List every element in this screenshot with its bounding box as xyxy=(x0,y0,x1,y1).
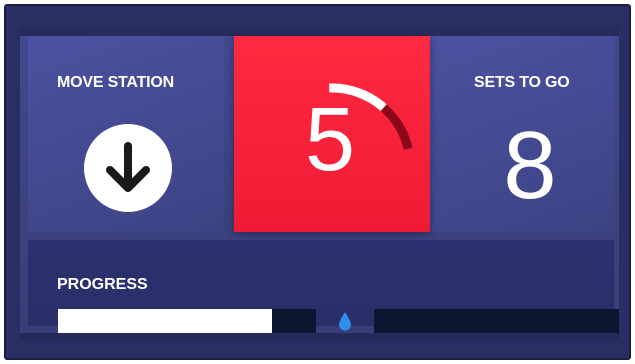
sets-to-go-label: SETS TO GO xyxy=(474,74,570,91)
timer-panel: 5 xyxy=(234,36,430,232)
progress-fill xyxy=(58,309,273,333)
bottom-strip xyxy=(20,333,619,341)
display-bezel: MOVE STATION 5 SETS TO GO 8 PROGRESS xyxy=(4,4,631,360)
top-strip xyxy=(20,28,619,36)
progress-bar-segment-2 xyxy=(374,309,619,333)
sets-to-go-value: 8 xyxy=(503,112,557,219)
move-station-label: MOVE STATION xyxy=(57,74,175,91)
timer-value: 5 xyxy=(304,90,356,190)
progress-bar-segment-1 xyxy=(58,309,316,333)
arrow-down-icon xyxy=(84,124,172,212)
workout-screen: MOVE STATION 5 SETS TO GO 8 PROGRESS xyxy=(20,28,619,341)
progress-label: PROGRESS xyxy=(57,276,148,293)
droplet-icon xyxy=(339,312,351,331)
